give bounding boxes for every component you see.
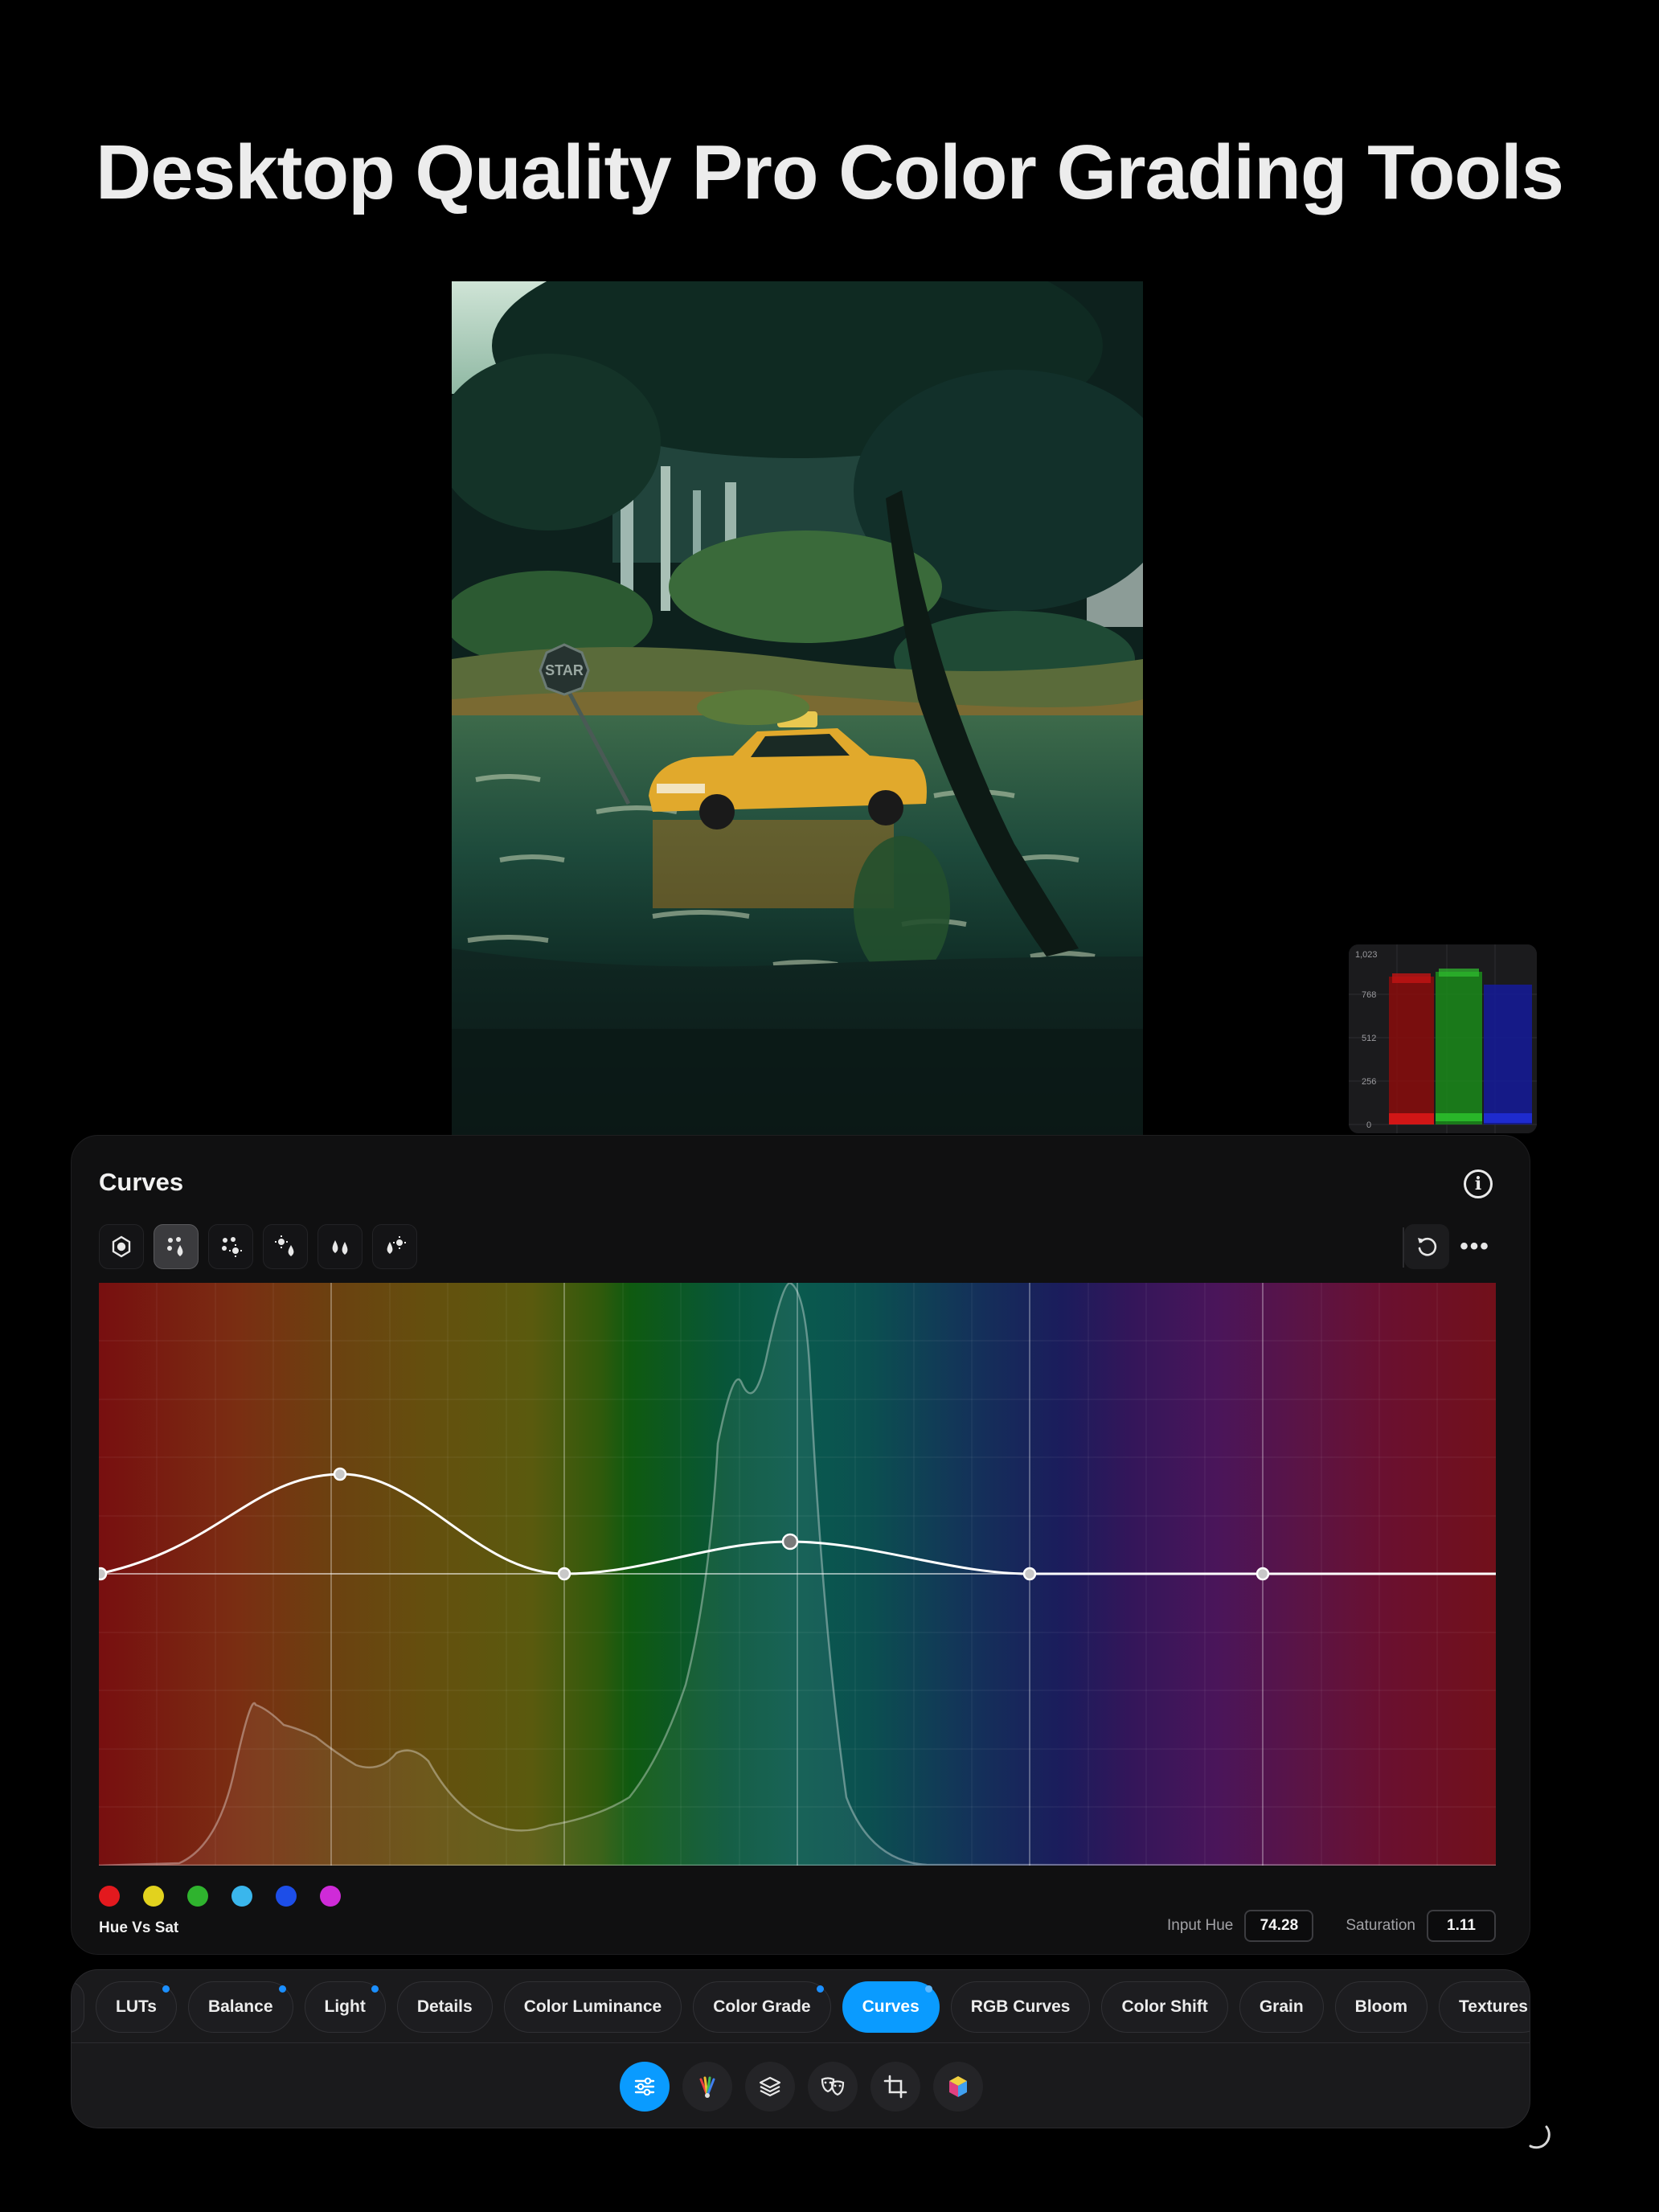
more-icon[interactable]: ••• (1452, 1224, 1497, 1269)
tab-textures[interactable]: Textures (1439, 1981, 1530, 2033)
reset-icon[interactable] (1404, 1224, 1449, 1269)
tab-light[interactable]: Light (304, 1981, 386, 2033)
curves-panel: Curves i ••• Hue Vs Sat Input Hue 74.28 … (71, 1135, 1530, 1955)
tab-label: Curves (862, 1997, 920, 2016)
input-hue-field[interactable]: 74.28 (1244, 1910, 1314, 1942)
curve-mode-label: Hue Vs Sat (99, 1919, 179, 1936)
tab-label: LUTs (116, 1997, 157, 2016)
tab-modified-dot (162, 1985, 170, 1993)
bottom-toolbar: LUTs Balance Light Details Color Luminan… (71, 1969, 1530, 2128)
hue-vs-lum-icon[interactable] (208, 1224, 253, 1269)
tab-label: Details (416, 1997, 473, 2016)
tab-luts[interactable]: LUTs (96, 1981, 177, 2033)
hue-swatch-yellow[interactable] (143, 1886, 164, 1907)
tab-bloom[interactable]: Bloom (1334, 1981, 1428, 2033)
loading-spinner-icon (1529, 2125, 1550, 2149)
hue-swatch-blue[interactable] (276, 1886, 297, 1907)
scope-tick-768: 768 (1362, 990, 1376, 1000)
saturation-label: Saturation (1346, 1917, 1415, 1934)
stop-sign-text: STAR (545, 662, 584, 678)
tab-label: Textures (1459, 1997, 1528, 2016)
tool-row (72, 2062, 1530, 2112)
tab-details[interactable]: Details (396, 1981, 493, 2033)
tab-previous[interactable] (72, 1981, 84, 2033)
photo-preview[interactable]: STAR (452, 281, 1143, 1135)
tab-modified-dot (816, 1985, 824, 1993)
saturation-field[interactable]: 1.11 (1427, 1910, 1496, 1942)
panel-title: Curves (99, 1168, 184, 1196)
lut-cube-icon[interactable] (933, 2062, 983, 2112)
crop-icon[interactable] (870, 2062, 920, 2112)
hue-vs-sat-graph[interactable] (99, 1283, 1496, 1866)
hue-swatch-magenta[interactable] (320, 1886, 341, 1907)
curve-readout: Input Hue 74.28 Saturation 1.11 (1167, 1910, 1496, 1942)
tab-label: Grain (1259, 1997, 1304, 2016)
masks-icon[interactable] (808, 2062, 858, 2112)
hue-swatch-cyan[interactable] (231, 1886, 252, 1907)
adjustment-tabs: LUTs Balance Light Details Color Luminan… (72, 1981, 1530, 2038)
adjust-sliders-icon[interactable] (620, 2062, 670, 2112)
waveform-scope[interactable]: 1,023 768 512 256 0 (1349, 944, 1537, 1133)
tab-label: Bloom (1354, 1997, 1407, 2016)
scope-tick-512: 512 (1362, 1034, 1376, 1043)
hue-swatches (99, 1886, 341, 1907)
rgb-wheel-icon[interactable] (99, 1224, 144, 1269)
sat-vs-lum-icon[interactable] (372, 1224, 417, 1269)
scope-tick-0: 0 (1366, 1120, 1371, 1130)
headline: Desktop Quality Pro Color Grading Tools (95, 129, 1564, 215)
tab-rgb-curves[interactable]: RGB Curves (950, 1981, 1091, 2033)
info-icon[interactable]: i (1464, 1169, 1493, 1198)
tab-label: Balance (207, 1997, 273, 2016)
hue-swatch-red[interactable] (99, 1886, 120, 1907)
scope-tick-1023: 1,023 (1355, 950, 1378, 960)
sat-vs-sat-icon[interactable] (317, 1224, 363, 1269)
input-hue-label: Input Hue (1166, 1917, 1234, 1934)
tab-curves[interactable]: Curves (842, 1981, 940, 2033)
tab-color-shift[interactable]: Color Shift (1101, 1981, 1228, 2033)
tab-balance[interactable]: Balance (187, 1981, 293, 2033)
scope-tick-256: 256 (1362, 1077, 1376, 1087)
tab-label: RGB Curves (970, 1997, 1071, 2016)
tab-grain[interactable]: Grain (1239, 1981, 1324, 2033)
curve-mode-selector (99, 1224, 417, 1269)
tab-label: Color Grade (713, 1997, 811, 2016)
lum-vs-sat-icon[interactable] (263, 1224, 308, 1269)
color-fan-icon[interactable] (682, 2062, 732, 2112)
layers-icon[interactable] (745, 2062, 795, 2112)
tab-modified-dot (924, 1985, 932, 1993)
tab-label: Color Luminance (523, 1997, 662, 2016)
tab-modified-dot (371, 1985, 379, 1993)
tab-color-luminance[interactable]: Color Luminance (503, 1981, 682, 2033)
tab-label: Color Shift (1121, 1997, 1208, 2016)
tab-modified-dot (278, 1985, 286, 1993)
tab-label: Light (324, 1997, 366, 2016)
tab-color-grade[interactable]: Color Grade (693, 1981, 831, 2033)
toolbar-divider (72, 2042, 1530, 2043)
hue-vs-sat-icon[interactable] (154, 1224, 199, 1269)
hue-swatch-green[interactable] (187, 1886, 208, 1907)
